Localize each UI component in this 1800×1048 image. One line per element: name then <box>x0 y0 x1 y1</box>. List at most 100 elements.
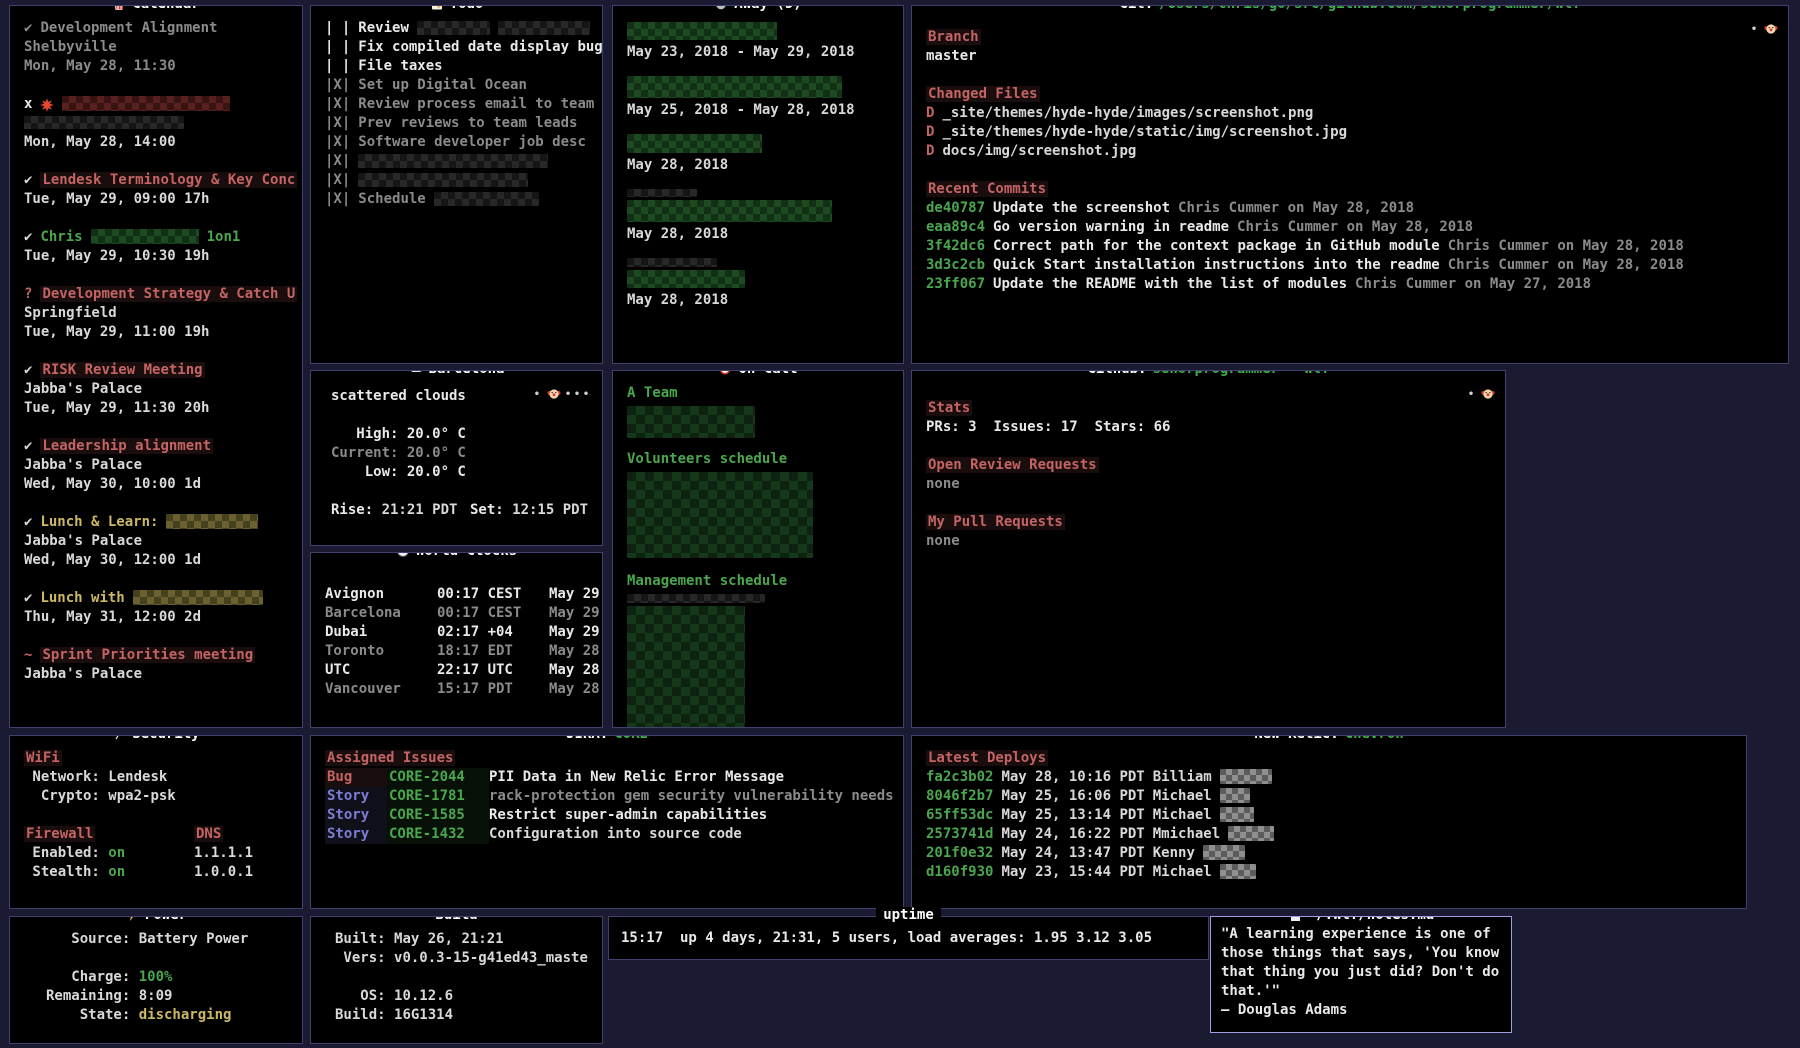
event-mark: ✔ <box>24 171 32 190</box>
calendar-event[interactable]: ✔Development Alignment Shelbyville Mon, … <box>24 19 290 76</box>
calendar-event[interactable]: ✔Lunch & Learn: Jabba's Palace Wed, May … <box>24 513 290 570</box>
calendar-event[interactable]: ✔RISK Review Meeting Jabba's Palace Tue,… <box>24 361 290 418</box>
deploy-row: 201f0e32May 24, 13:47 PDTKenny <box>926 844 1734 863</box>
clock-time: 02:17 +04 <box>437 623 549 642</box>
todo-checkbox[interactable]: |X| <box>325 190 350 209</box>
panel-world-clocks: World Clocks Avignon00:17 CESTMay 29 Bar… <box>310 552 603 728</box>
set-label: Set: <box>470 502 512 518</box>
notes-quote[interactable]: "A learning experience is one of those t… <box>1221 925 1503 1001</box>
panel-notes[interactable]: ~/.wtf/notes.md "A learning experience i… <box>1210 916 1512 1033</box>
todo-item[interactable]: | |File taxes <box>325 57 590 76</box>
state-label: State: <box>46 1007 139 1023</box>
event-title: Leadership alignment <box>40 438 213 454</box>
file-status: D <box>926 104 934 123</box>
todo-checkbox[interactable]: | | <box>325 19 350 38</box>
commit-row[interactable]: 23ff067Update the README with the list o… <box>926 275 1776 294</box>
open-review-value: none <box>926 475 1493 494</box>
away-entry: May 28, 2018 <box>627 258 891 310</box>
redacted-schedule <box>627 594 765 603</box>
todo-item[interactable]: |X| <box>325 171 590 190</box>
panel-weather: Barcelona •••• scattered clouds High: 20… <box>310 370 603 546</box>
redacted-text <box>358 154 548 168</box>
issue-key: CORE-1781 <box>387 787 489 806</box>
todo-checkbox[interactable]: |X| <box>325 133 350 152</box>
os-label: OS: <box>335 988 394 1004</box>
built-label: Built: <box>335 931 394 947</box>
deploy-hash: 201f0e32 <box>926 844 993 863</box>
jira-issue-row[interactable]: BugCORE-2044PII Data in New Relic Error … <box>325 768 891 787</box>
changed-file-row[interactable]: Ddocs/img/screenshot.jpg <box>926 142 1776 161</box>
panel-todo: Todo | |Review | |Fix compiled date disp… <box>310 5 603 364</box>
jira-issue-row[interactable]: StoryCORE-1432Configuration into source … <box>325 825 891 844</box>
dot-icon: • <box>1751 24 1760 35</box>
deploy-row: d160f930May 23, 15:44 PDTMichael <box>926 863 1734 882</box>
calendar-event[interactable]: ?Development Strategy & Catch U Springfi… <box>24 285 290 342</box>
todo-item[interactable]: |X|Prev reviews to team leads <box>325 114 590 133</box>
event-mark: ✔ <box>24 513 32 532</box>
calendar-event[interactable]: x Mon, May 28, 14:00 <box>24 95 290 152</box>
todo-checkbox[interactable]: |X| <box>325 152 350 171</box>
calendar-event[interactable]: ✔Lendesk Terminology & Key Conc Tue, May… <box>24 171 290 209</box>
deploy-row: 65ff53dcMay 25, 13:14 PDTMichael <box>926 806 1734 825</box>
todo-checkbox[interactable]: | | <box>325 57 350 76</box>
redacted-text <box>417 21 490 35</box>
todo-checkbox[interactable]: |X| <box>325 95 350 114</box>
todo-checkbox[interactable]: |X| <box>325 171 350 190</box>
calendar-event[interactable]: ✔Chris1on1 Tue, May 29, 10:30 19h <box>24 228 290 266</box>
redacted-text <box>91 229 199 244</box>
commit-meta: Chris Cummer on May 28, 2018 <box>1448 256 1684 275</box>
build-value: 16G1314 <box>394 1007 453 1023</box>
commit-meta: Chris Cummer on May 27, 2018 <box>1355 275 1591 294</box>
todo-item[interactable]: |X|Review process email to team <box>325 95 590 114</box>
deploy-when: May 25, 16:06 PDT <box>1001 787 1144 806</box>
panel-away: Away (5) May 23, 2018 - May 29, 2018 May… <box>612 5 904 364</box>
event-title-suffix: 1on1 <box>207 228 241 247</box>
calendar-event[interactable]: ✔Leadership alignment Jabba's Palace Wed… <box>24 437 290 494</box>
event-date: Tue, May 29, 11:00 19h <box>24 323 290 342</box>
commit-row[interactable]: de40787Update the screenshotChris Cummer… <box>926 199 1776 218</box>
clock-city: Avignon <box>325 585 437 604</box>
event-location: Jabba's Palace <box>24 380 290 399</box>
changed-file-row[interactable]: D_site/themes/hyde-hyde/static/img/scree… <box>926 123 1776 142</box>
todo-checkbox[interactable]: |X| <box>325 114 350 133</box>
commit-row[interactable]: 3d3c2cbQuick Start installation instruct… <box>926 256 1776 275</box>
todo-item[interactable]: | |Fix compiled date display bug <box>325 38 590 57</box>
clown-icon <box>1481 387 1495 401</box>
deploy-who: Kenny <box>1153 844 1195 863</box>
todo-item[interactable]: |X|Software developer job desc <box>325 133 590 152</box>
clock-time: 00:17 CEST <box>437 604 549 623</box>
deploy-when: May 23, 15:44 PDT <box>1001 863 1144 882</box>
redacted-name <box>627 76 842 98</box>
todo-checkbox[interactable]: | | <box>325 38 350 57</box>
todo-item[interactable]: |X| <box>325 152 590 171</box>
todo-item[interactable]: |X|Schedule <box>325 190 590 209</box>
event-date: Tue, May 29, 09:00 17h <box>24 190 290 209</box>
calendar-event[interactable]: ~Sprint Priorities meeting Jabba's Palac… <box>24 646 290 684</box>
panel-build: Build Built: May 26, 21:21 Vers: v0.0.3-… <box>310 916 603 1044</box>
changed-file-row[interactable]: D_site/themes/hyde-hyde/images/screensho… <box>926 104 1776 123</box>
dot-icon: • <box>1468 389 1477 400</box>
enabled-value: on <box>108 845 125 861</box>
redacted-name <box>627 134 762 153</box>
issue-summary: Configuration into source code <box>489 825 891 844</box>
commit-row[interactable]: eaa89c4Go version warning in readmeChris… <box>926 218 1776 237</box>
commit-row[interactable]: 3f42dc6Correct path for the context pack… <box>926 237 1776 256</box>
changed-files-label: Changed Files <box>926 86 1040 102</box>
clock-row: Barcelona00:17 CESTMay 29 <box>325 604 590 623</box>
clock-date: May 29 <box>549 585 600 604</box>
todo-item[interactable]: |X|Set up Digital Ocean <box>325 76 590 95</box>
redacted-name <box>627 200 832 222</box>
jira-issue-row[interactable]: StoryCORE-1781rack-protection gem securi… <box>325 787 891 806</box>
todo-item[interactable]: | |Review <box>325 19 590 38</box>
stealth-value: on <box>108 864 125 880</box>
todo-checkbox[interactable]: |X| <box>325 76 350 95</box>
calendar-event[interactable]: ✔Lunch with Thu, May 31, 12:00 2d <box>24 589 290 627</box>
deploy-row: 2573741dMay 24, 16:22 PDTMmichael <box>926 825 1734 844</box>
redacted-name <box>627 258 717 267</box>
redacted-text <box>1228 826 1274 841</box>
jira-issue-row[interactable]: StoryCORE-1585Restrict super-admin capab… <box>325 806 891 825</box>
branch-label: Branch <box>926 29 981 45</box>
issue-type: Story <box>325 825 387 844</box>
event-title: Lunch & Learn: <box>40 513 158 532</box>
commit-hash: 3d3c2cb <box>926 256 985 275</box>
